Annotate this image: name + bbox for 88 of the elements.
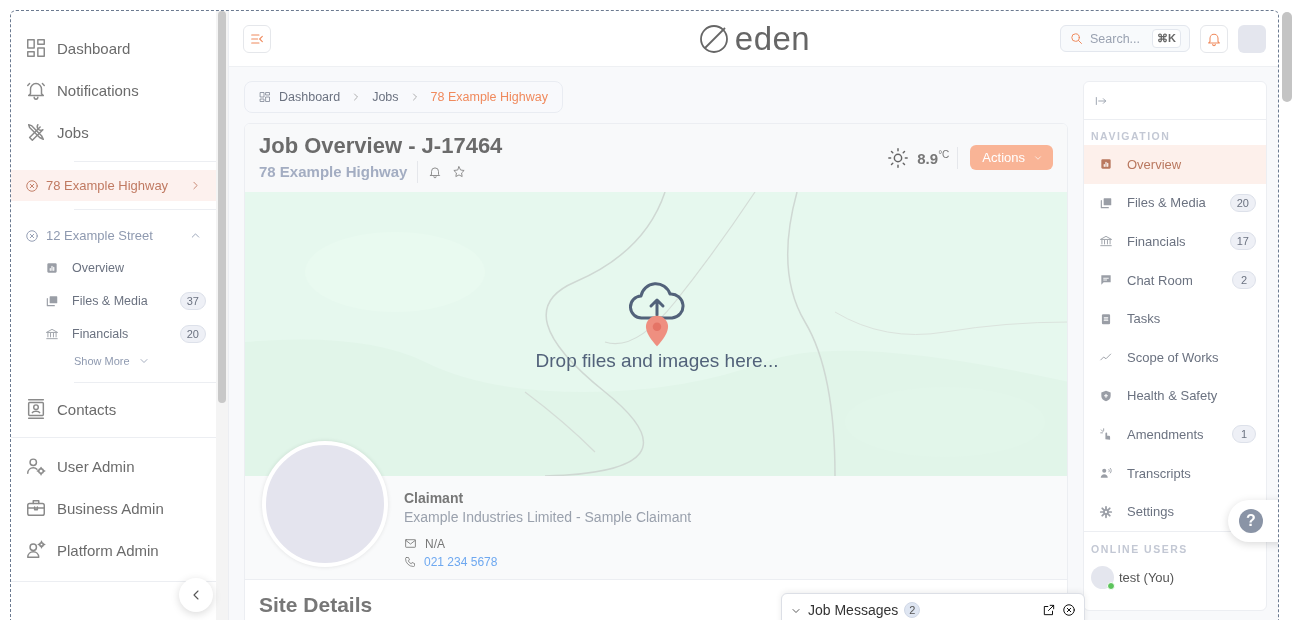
job-tab[interactable]: 12 Example Street [11,220,216,251]
bank-icon [45,326,59,341]
sidebar-item[interactable]: Contacts [11,387,216,431]
page-subtitle: 78 Example Highway [259,163,408,181]
sidebar-item[interactable]: Notifications [11,69,216,111]
sidebar-item[interactable]: Dashboard [11,27,216,69]
sun-icon [887,146,910,169]
close-icon [1062,603,1076,617]
count-badge: 20 [179,324,206,343]
user-avatar [1091,565,1114,589]
collapse-button[interactable] [179,578,213,612]
open-external-button[interactable] [1042,603,1056,617]
temperature: 8.9$^{°C}$ [917,148,950,167]
claimant-name: Example Industries Limited - Sample Claimant [404,508,692,525]
sidebar-subitem[interactable]: Files & Media 37 [11,284,216,317]
user-gear-icon [25,455,47,477]
search-field[interactable]: Search... [1090,31,1146,46]
nav-item[interactable]: Transcripts [1084,453,1201,493]
star-icon [452,164,467,179]
tools-icon [25,121,47,143]
phone-icon [404,555,416,568]
pointer-icon [1099,427,1113,442]
nav-item[interactable]: Amendments 1 [1084,415,1266,454]
nav-item[interactable]: Files & Media 20 [1084,183,1266,223]
chart-icon [45,260,59,275]
help-button[interactable]: ? [1239,509,1263,533]
sidebar-item[interactable]: Platform Admin [11,529,216,571]
panel-title: Job Messages [808,602,899,618]
breadcrumb-link[interactable]: Jobs [372,89,399,104]
user-name: test (You) [1119,569,1175,585]
images-icon [1099,195,1113,210]
sidebar-subitem[interactable]: Financials 20 [11,317,216,350]
nav-item[interactable]: Financials 17 [1084,222,1266,261]
notifications-button[interactable] [1200,24,1228,53]
bell-icon [428,164,443,179]
close-icon [25,228,39,243]
sidebar-item[interactable]: Business Admin [11,487,216,529]
dashboard-icon [259,90,271,103]
nav-item[interactable]: Overview [1084,145,1266,184]
count-badge: 2 [904,602,921,618]
section-heading: ONLINE USERS [1090,541,1189,557]
external-link-icon [1042,603,1056,617]
logo-text: eden [734,19,811,58]
sidebar-item[interactable]: Jobs [11,111,216,153]
email-text: N/A [425,536,445,551]
scrollbar[interactable] [218,11,226,403]
user-avatar[interactable] [1238,24,1266,53]
sidebar-item[interactable]: User Admin [11,445,216,487]
nav-item[interactable]: Chat Room 2 [1084,260,1266,300]
section-title: Site Details [259,593,373,617]
mail-icon [404,537,417,551]
nav-item[interactable]: Settings [1084,492,1184,531]
close-icon [25,178,39,193]
show-more-link[interactable]: Show More [11,350,216,372]
contacts-icon [25,398,47,420]
count-badge: 2 [1232,271,1256,290]
cloud-upload-icon [628,281,686,322]
bank-icon [1099,234,1113,249]
images-icon [45,293,59,308]
search-bar[interactable]: Search... ⌘K [1060,25,1190,52]
close-button[interactable] [1062,603,1076,617]
shield-icon [1099,388,1113,403]
briefcase-icon [25,497,47,519]
page-title: Job Overview - J-17464 [259,132,503,159]
dropzone-text: Drop files and images here... [535,349,779,372]
nav-item[interactable]: Health & Safety [1084,376,1228,416]
menu-toggle-button[interactable] [243,24,271,53]
dashboard-icon [25,37,47,59]
claimant-label: Claimant [404,489,465,506]
job-tab[interactable]: 78 Example Highway [11,170,216,201]
section-heading: NAVIGATION [1090,129,1172,144]
sidebar-subitem[interactable]: Overview [11,251,216,284]
logo-icon [698,23,729,54]
chart-icon [1099,157,1113,172]
count-badge: 20 [1229,193,1256,212]
count-badge: 1 [1232,425,1256,444]
count-badge: 17 [1229,232,1256,251]
count-badge: 37 [179,291,206,310]
shortcut-key: ⌘K [1152,29,1181,48]
breadcrumb-link[interactable]: Dashboard [259,89,341,104]
scrollbar[interactable] [1282,12,1292,102]
speaker-icon [1099,466,1113,481]
nav-item[interactable]: Scope of Works [1084,337,1229,377]
clipboard-icon [1099,311,1113,326]
search-icon [1069,31,1084,46]
user-gear-icon [25,539,47,561]
nav-item[interactable]: Tasks [1084,299,1171,338]
settings-icon [1099,504,1113,519]
